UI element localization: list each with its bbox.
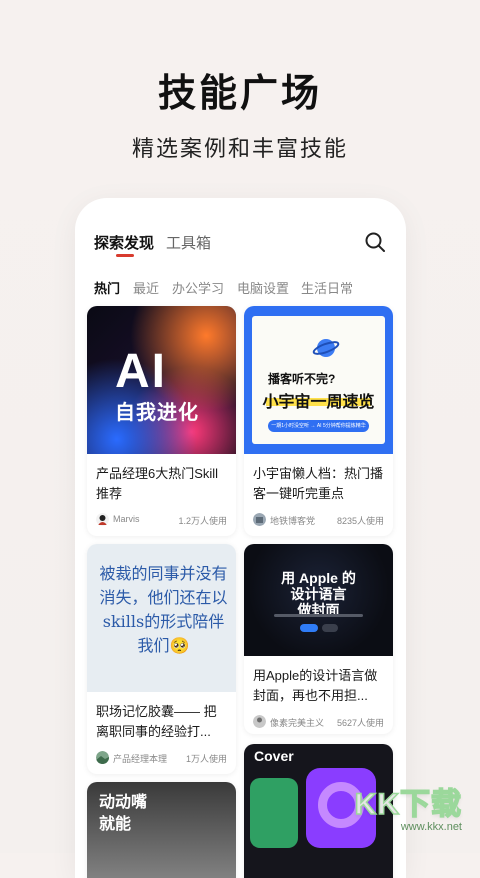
thumbnail-line: 用 Apple 的 (281, 570, 356, 586)
card-title: 用Apple的设计语言做封面，再也不用担... (253, 668, 378, 703)
active-tab-indicator (116, 254, 134, 257)
thumbnail-caption-bar (274, 614, 363, 617)
skill-card[interactable]: 被裁的同事并没有消失，他们还在以skills的形式陪伴我们🥺 职场记忆胶囊—— … (87, 544, 236, 774)
author-name: 像素完美主义 (270, 718, 325, 728)
category-office[interactable]: 办公学习 (172, 278, 224, 297)
thumbnail-line: 设计语言 (290, 586, 347, 602)
thumbnail-text: AI (115, 345, 167, 398)
usage-count: 8235人使用 (336, 516, 384, 526)
card-thumbnail: 被裁的同事并没有消失，他们还在以skills的形式陪伴我们🥺 (87, 544, 236, 692)
category-computer[interactable]: 电脑设置 (237, 278, 289, 297)
thumbnail-paper: 播客听不完? 小宇宙一周速览 一期1小时没空听 → AI 5分钟帮你提炼精华 (252, 316, 385, 444)
usage-count: 1万人使用 (185, 754, 227, 764)
card-title: 产品经理6大热门Skill推荐 (96, 466, 219, 501)
card-meta: Marvis 1.2万人使用 (96, 512, 227, 528)
card-thumbnail: 动动嘴 就能 (87, 782, 236, 878)
thumbnail-text: 动动嘴 就能 (99, 794, 148, 833)
thumbnail-text: 自我进化 (115, 402, 199, 424)
watermark-text: KK下载 (354, 787, 462, 822)
thumbnail-text: 用 Apple 的 设计语言 做封面 (244, 570, 393, 618)
thumbnail-button (300, 624, 318, 632)
category-hot[interactable]: 热门 (94, 278, 120, 297)
planet-icon (312, 339, 340, 357)
usage-count: 1.2万人使用 (178, 516, 227, 526)
thumbnail-shape (250, 778, 298, 848)
skill-card[interactable]: AI 自我进化 产品经理6大热门Skill推荐 Marvis 1.2万人使用 (87, 306, 236, 536)
card-thumbnail: 用 Apple 的 设计语言 做封面 (244, 544, 393, 656)
avatar (96, 751, 109, 764)
watermark-logo: KK下载 www.kkx.net (354, 779, 462, 833)
card-title: 小宇宙懒人档：热门播客一键听完重点 (253, 466, 384, 501)
skill-card[interactable]: 动动嘴 就能 (87, 782, 236, 878)
tab-explore[interactable]: 探索发现 (94, 232, 154, 253)
category-tabs: 热门 最近 办公学习 电脑设置 生活日常 (94, 278, 406, 298)
avatar (253, 715, 266, 728)
phone-mockup: 探索发现 工具箱 热门 最近 办公学习 电脑设置 生活日常 AI 自我进化 产品… (75, 198, 406, 878)
search-icon[interactable] (363, 230, 387, 254)
top-tab-bar: 探索发现 工具箱 (94, 230, 387, 260)
card-thumbnail: AI 自我进化 (87, 306, 236, 454)
avatar (96, 513, 109, 526)
category-recent[interactable]: 最近 (133, 278, 159, 297)
thumbnail-text: 播客听不完? (268, 372, 336, 386)
thumbnail-button (322, 624, 338, 632)
author-name: 地铁博客党 (270, 516, 316, 526)
skill-card[interactable]: 播客听不完? 小宇宙一周速览 一期1小时没空听 → AI 5分钟帮你提炼精华 小… (244, 306, 393, 536)
thumbnail-text: 小宇宙一周速览 (262, 394, 375, 411)
hero-title: 技能广场 (157, 73, 322, 115)
card-meta: 产品经理本理 1万人使用 (96, 750, 227, 766)
category-life[interactable]: 生活日常 (301, 278, 353, 297)
hero: 技能广场 精选案例和丰富技能 (0, 62, 480, 163)
avatar (253, 513, 266, 526)
card-meta: 像素完美主义 5627人使用 (253, 714, 384, 730)
skill-card[interactable]: 用 Apple 的 设计语言 做封面 用Apple的设计语言做封面，再也不用担.… (244, 544, 393, 734)
hero-subtitle: 精选案例和丰富技能 (131, 136, 348, 161)
author-name: Marvis (113, 514, 140, 524)
thumbnail-text: Cover (254, 748, 294, 764)
usage-count: 5627人使用 (336, 718, 384, 728)
thumbnail-text: 被裁的同事并没有消失，他们还在以skills的形式陪伴我们🥺 (99, 564, 228, 655)
author-name: 产品经理本理 (113, 754, 168, 764)
card-thumbnail: 播客听不完? 小宇宙一周速览 一期1小时没空听 → AI 5分钟帮你提炼精华 (244, 306, 393, 454)
tab-tools[interactable]: 工具箱 (166, 232, 211, 253)
thumbnail-pill: 一期1小时没空听 → AI 5分钟帮你提炼精华 (268, 420, 369, 432)
card-meta: 地铁博客党 8235人使用 (253, 512, 384, 528)
card-title: 职场记忆胶囊—— 把离职同事的经验打... (96, 704, 217, 739)
